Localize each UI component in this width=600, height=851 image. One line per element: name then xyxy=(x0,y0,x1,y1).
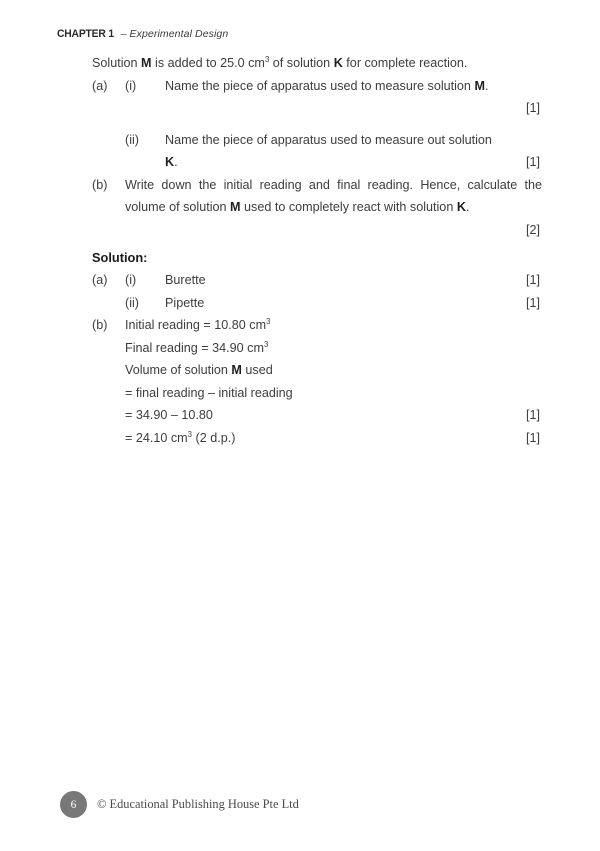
part-b-text-end: . xyxy=(465,200,470,214)
question-part-a-i: (a) (i) Name the piece of apparatus used… xyxy=(0,75,600,98)
question-part-a-ii: (ii) Name the piece of apparatus used to… xyxy=(0,129,600,152)
question-part-b: (b) Write down the initial reading and f… xyxy=(0,174,600,237)
solution-b-line-5: = 34.90 – 10.80 [1] xyxy=(0,404,600,427)
part-a-ii-text-end: . xyxy=(174,155,178,169)
solution-b-line-6: = 24.10 cm3 (2 d.p.) [1] xyxy=(0,427,600,450)
stem-bold-m: M xyxy=(141,56,152,70)
page-content: Solution M is added to 25.0 cm 3 of solut… xyxy=(0,52,600,449)
question-stem: Solution M is added to 25.0 cm3 of solut… xyxy=(0,52,600,75)
part-a-ii-bold: K xyxy=(165,155,175,169)
solution-a-ii: (ii) Pipette [1] xyxy=(0,292,600,315)
part-b-paragraph: Write down the initial reading and final… xyxy=(125,174,542,219)
part-a-ii-text: Name the piece of apparatus used to meas… xyxy=(165,132,492,147)
solution-b-2-superscript: 3 xyxy=(263,339,269,349)
question-part-a-i-marks-row: [1] xyxy=(0,97,600,120)
solution-b-6-text-end: (2 d.p.) xyxy=(192,430,236,445)
solution-b-3-text-end: used xyxy=(241,363,273,377)
solution-b-6-text: = 24.10 cm xyxy=(125,430,188,445)
chapter-label: CHAPTER 1 xyxy=(57,28,114,40)
part-a-i-bold: M xyxy=(474,78,485,93)
solution-sublabel-a-ii: (ii) xyxy=(125,295,139,310)
stem-text-3: of solution xyxy=(269,56,334,70)
solution-b-2-text: Final reading = 34.90 cm xyxy=(125,340,264,355)
solution-heading: Solution: xyxy=(92,249,148,265)
marks-a-ii: [1] xyxy=(525,155,540,169)
solution-marks-a-i: [1] xyxy=(525,273,540,287)
solution-b-3-bold: M xyxy=(231,363,242,377)
solution-b-line-2: Final reading = 34.90 cm3 xyxy=(0,337,600,360)
page-footer: 6 © Educational Publishing House Pte Ltd xyxy=(0,791,600,821)
chapter-separator: – xyxy=(117,28,130,40)
part-label-b: (b) xyxy=(92,177,108,192)
stem-text-4: for complete reaction. xyxy=(342,56,468,70)
marks-a-i: [1] xyxy=(525,101,540,115)
solution-label-b: (b) xyxy=(92,318,108,332)
solution-label-a: (a) xyxy=(92,273,108,287)
solution-marks-b-1: [1] xyxy=(525,408,540,422)
part-a-i-text: Name the piece of apparatus used to meas… xyxy=(165,78,475,93)
solution-b-1-superscript: 3 xyxy=(266,316,271,326)
copyright-notice: © Educational Publishing House Pte Ltd xyxy=(97,797,299,811)
solution-b-5-text: = 34.90 – 10.80 xyxy=(125,408,213,422)
spacer-before-solution xyxy=(0,219,600,247)
solution-b-line-3: Volume of solution M used xyxy=(0,359,600,382)
solution-b-1-text: Initial reading = 10.80 cm xyxy=(125,318,267,332)
question-part-a-ii-cont: K. [1] xyxy=(0,151,600,174)
solution-marks-b-2: [1] xyxy=(525,430,540,445)
solution-b-line-4: = final reading – initial reading xyxy=(0,382,600,405)
solution-b-3-text: Volume of solution xyxy=(125,363,232,377)
document-page: CHAPTER 1 – Experimental Design Solution… xyxy=(0,0,600,851)
marks-b: [2] xyxy=(525,222,540,237)
stem-text-1: Solution xyxy=(92,56,142,70)
chapter-title: Experimental Design xyxy=(129,28,229,40)
part-label-a: (a) xyxy=(92,78,108,93)
solution-heading-row: Solution: xyxy=(0,247,600,270)
solution-b-4-text: = final reading – initial reading xyxy=(125,385,293,400)
chapter-running-header: CHAPTER 1 – Experimental Design xyxy=(57,28,228,40)
stem-bold-k: K xyxy=(333,56,343,70)
stem-text-2: is added to 25.0 cm xyxy=(151,56,265,70)
part-b-bold-m: M xyxy=(230,200,241,214)
part-b-bold-k: K xyxy=(456,200,466,214)
part-b-text-mid: used to completely react with solution xyxy=(240,200,457,214)
solution-sublabel-a-i: (i) xyxy=(125,273,137,287)
part-a-i-text-end: . xyxy=(484,78,489,93)
solution-b-line-1: (b) Initial reading = 10.80 cm3 xyxy=(0,314,600,337)
solution-a-ii-text: Pipette xyxy=(165,295,205,310)
solution-a-i: (a) (i) Burette [1] xyxy=(0,269,600,292)
solution-marks-a-ii: [1] xyxy=(525,295,540,310)
page-number-badge: 6 xyxy=(60,791,87,818)
subpart-label-a-i: (i) xyxy=(125,78,137,93)
subpart-label-a-ii: (ii) xyxy=(125,132,139,147)
solution-a-i-text: Burette xyxy=(165,273,206,287)
